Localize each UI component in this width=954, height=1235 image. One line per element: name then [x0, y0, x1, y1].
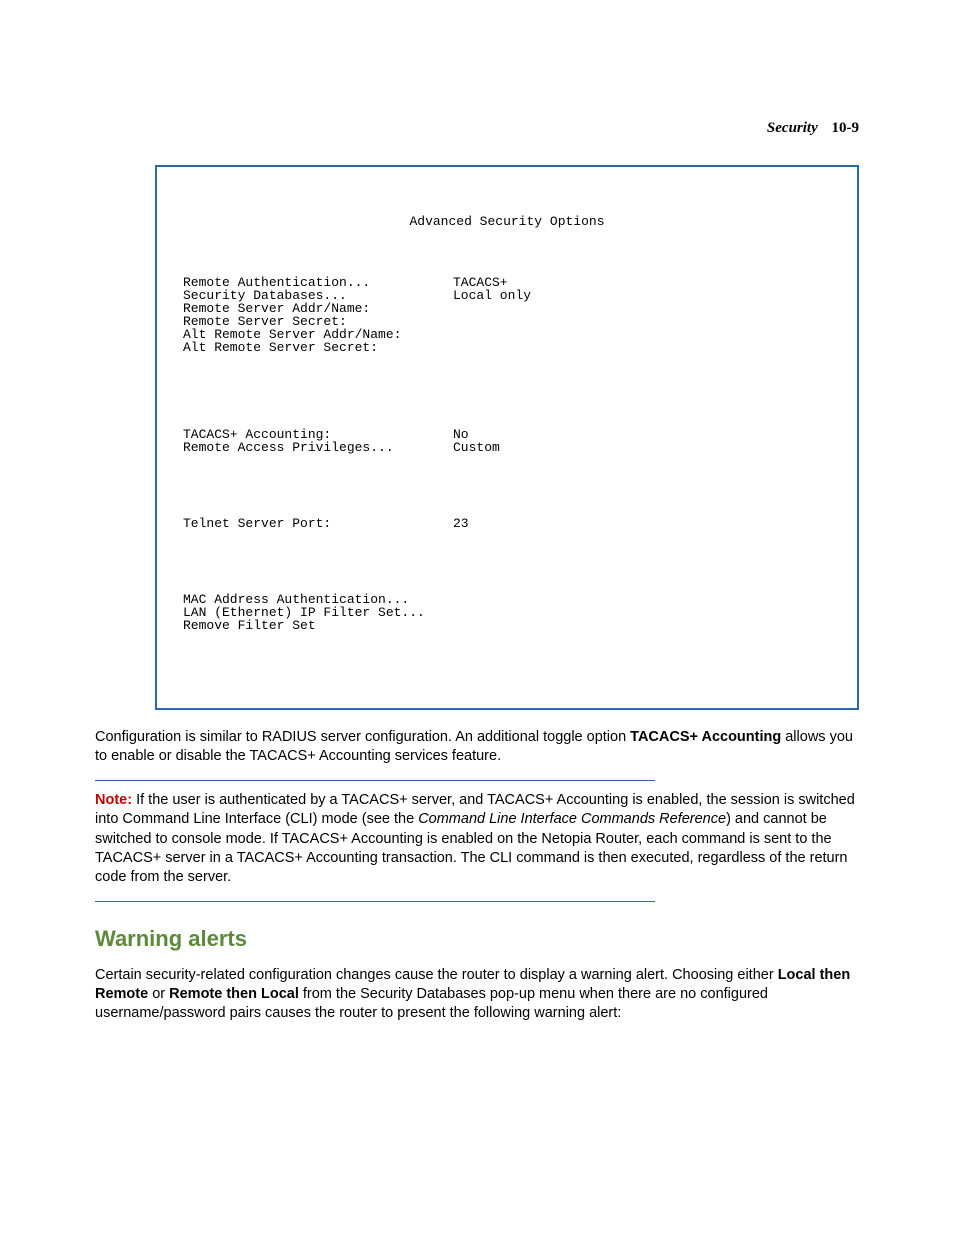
terminal-block-2: TACACS+ Accounting:NoRemote Access Privi…	[183, 428, 831, 454]
terminal-label: Alt Remote Server Secret:	[183, 341, 453, 354]
warning-paragraph: Certain security-related configuration c…	[95, 966, 859, 1023]
terminal-row: Telnet Server Port:23	[183, 517, 831, 530]
terminal-label: Remove Filter Set	[183, 619, 453, 632]
terminal-value: Custom	[453, 441, 500, 454]
para2-mid: or	[148, 986, 169, 1002]
para1-text-a: Configuration is similar to RADIUS serve…	[95, 729, 630, 745]
para2-text-a: Certain security-related configuration c…	[95, 967, 778, 983]
document-page: Security 10-9 Advanced Security Options …	[0, 0, 954, 1235]
note-top-rule	[95, 780, 655, 781]
terminal-block-3: Telnet Server Port:23	[183, 517, 831, 530]
terminal-row: Alt Remote Server Secret:	[183, 341, 831, 354]
config-paragraph: Configuration is similar to RADIUS serve…	[95, 728, 859, 766]
terminal-value: 23	[453, 517, 469, 530]
header-section: Security	[767, 120, 818, 136]
para1-bold: TACACS+ Accounting	[630, 729, 781, 745]
note-paragraph: Note: If the user is authenticated by a …	[95, 791, 859, 887]
terminal-label: Telnet Server Port:	[183, 517, 453, 530]
page-header: Security 10-9	[95, 120, 859, 137]
note-bottom-rule	[95, 901, 655, 902]
terminal-value: Local only	[453, 289, 531, 302]
terminal-label: Remote Access Privileges...	[183, 441, 453, 454]
terminal-row: Remote Access Privileges...Custom	[183, 441, 831, 454]
terminal-block-4: MAC Address Authentication...LAN (Ethern…	[183, 593, 831, 632]
para2-bold2: Remote then Local	[169, 986, 299, 1002]
header-page-number: 10-9	[832, 120, 860, 136]
terminal-block-1: Remote Authentication...TACACS+Security …	[183, 276, 831, 354]
terminal-row: Remove Filter Set	[183, 619, 831, 632]
terminal-screenshot: Advanced Security Options Remote Authent…	[155, 165, 859, 710]
note-italic: Command Line Interface Commands Referenc…	[418, 811, 726, 827]
note-label: Note:	[95, 792, 132, 808]
warning-alerts-heading: Warning alerts	[95, 926, 859, 952]
terminal-title: Advanced Security Options	[183, 215, 831, 228]
